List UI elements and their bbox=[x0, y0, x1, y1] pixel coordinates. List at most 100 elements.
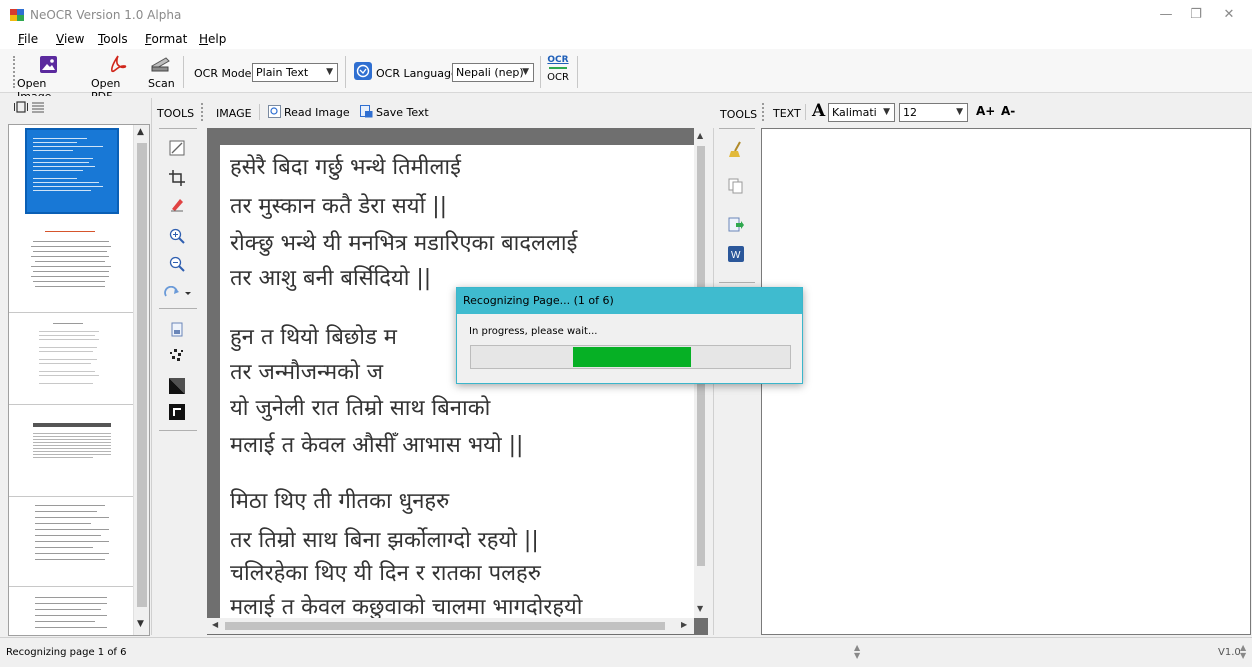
font-icon: A bbox=[812, 101, 826, 121]
title-bar: NeOCR Version 1.0 Alpha — ❐ ✕ bbox=[0, 0, 1252, 30]
thumbnail-page-1 bbox=[25, 128, 119, 214]
svg-text:W: W bbox=[731, 250, 741, 261]
save-text-label: Save Text bbox=[376, 106, 429, 119]
menu-view[interactable]: View bbox=[56, 32, 84, 46]
open-pdf-button[interactable]: Open PDF bbox=[90, 53, 145, 103]
image-tools-label: TOOLS bbox=[157, 107, 195, 120]
chevron-down-icon: ▼ bbox=[883, 107, 890, 117]
export-icon[interactable] bbox=[728, 217, 744, 233]
font-size-select[interactable]: 12 ▼ bbox=[899, 103, 968, 122]
ocr-mode-select[interactable]: Plain Text ▼ bbox=[252, 63, 338, 82]
thumbnail-item[interactable] bbox=[9, 125, 133, 221]
scroll-left-icon[interactable]: ◀ bbox=[212, 620, 218, 629]
resize-grip-icon: ▲ ▼ bbox=[1240, 643, 1247, 660]
poem-line: मलाई त केवल कछुवाको चालमा भागदोरहयो bbox=[230, 595, 583, 618]
scroll-thumb[interactable] bbox=[137, 143, 147, 607]
progress-fill bbox=[573, 347, 691, 367]
version-label: V1.0 bbox=[1218, 647, 1241, 658]
scroll-down-icon[interactable]: ▼ bbox=[137, 619, 144, 629]
globe-icon bbox=[354, 62, 372, 80]
status-bar: Recognizing page 1 of 6 ▲ ▼ V1.0 ▲ ▼ bbox=[0, 637, 1252, 667]
menu-tools[interactable]: Tools bbox=[98, 32, 128, 46]
poem-line: मिठा थिए ती गीतका धुनहरु bbox=[230, 489, 450, 514]
thumbnail-view-icon[interactable] bbox=[14, 101, 28, 113]
thumbnail-item[interactable] bbox=[9, 313, 133, 405]
divider bbox=[719, 128, 755, 129]
menu-help[interactable]: Help bbox=[199, 32, 226, 46]
read-image-icon bbox=[268, 105, 281, 118]
panel-divider bbox=[151, 98, 152, 635]
read-image-label: Read Image bbox=[284, 106, 350, 119]
scan-button[interactable]: Scan bbox=[146, 53, 176, 91]
chevron-down-icon: ▼ bbox=[326, 67, 333, 77]
status-spinner-icon: ▲ ▼ bbox=[854, 643, 861, 660]
crop-icon[interactable] bbox=[169, 170, 185, 186]
document-icon[interactable] bbox=[169, 322, 185, 338]
edit-crop-icon[interactable] bbox=[169, 140, 185, 156]
image-hscrollbar[interactable]: ◀ ▶ bbox=[207, 618, 694, 634]
divider bbox=[159, 430, 197, 431]
minimize-button[interactable]: — bbox=[1151, 6, 1181, 26]
toolbar-separator bbox=[183, 56, 184, 88]
scroll-thumb[interactable] bbox=[225, 622, 665, 630]
scroll-right-icon[interactable]: ▶ bbox=[681, 620, 687, 629]
poem-line: तर मुस्कान कतै डेरा सर्यो || bbox=[230, 194, 448, 219]
copy-icon[interactable] bbox=[728, 178, 744, 194]
toolbar-separator bbox=[577, 56, 578, 88]
thumbnail-item[interactable] bbox=[9, 221, 133, 313]
progress-dialog: Recognizing Page... (1 of 6) In progress… bbox=[456, 287, 803, 384]
rotate-icon[interactable] bbox=[163, 286, 193, 300]
ocr-mode-value: Plain Text bbox=[256, 66, 309, 79]
text-label: TEXT bbox=[773, 107, 801, 120]
increase-font-button[interactable]: A+ bbox=[976, 104, 995, 118]
dialog-title: Recognizing Page... (1 of 6) bbox=[457, 288, 802, 314]
close-button[interactable]: ✕ bbox=[1214, 6, 1244, 26]
scroll-up-icon[interactable]: ▲ bbox=[137, 127, 144, 137]
image-label: IMAGE bbox=[216, 107, 252, 120]
eraser-icon[interactable] bbox=[169, 196, 185, 212]
text-tools-label: TOOLS bbox=[720, 108, 758, 121]
invert-icon[interactable] bbox=[169, 404, 185, 420]
zoom-out-icon[interactable] bbox=[169, 256, 185, 272]
toolbar-grip bbox=[13, 56, 15, 88]
open-image-button[interactable]: Open Image bbox=[16, 53, 81, 103]
chevron-down-icon: ▼ bbox=[522, 67, 529, 77]
poem-line: हसेरै बिदा गर्छु भन्थे तिमीलाई bbox=[230, 155, 461, 180]
clear-broom-icon[interactable] bbox=[728, 141, 744, 159]
ocr-mode-label: OCR Mode bbox=[194, 67, 252, 80]
toolbar-grip bbox=[201, 103, 203, 121]
thumbnail-list: ▲ ▼ bbox=[8, 124, 150, 636]
font-select[interactable]: Kalimati ▼ bbox=[828, 103, 895, 122]
thumbnail-scrollbar[interactable]: ▲ ▼ bbox=[133, 125, 149, 635]
word-export-icon[interactable]: W bbox=[728, 246, 744, 262]
decrease-font-button[interactable]: A- bbox=[1001, 104, 1015, 118]
poem-line: चलिरहेका थिए यी दिन र रातका पलहरु bbox=[230, 561, 541, 586]
ocr-language-select[interactable]: Nepali (nep) ▼ bbox=[452, 63, 534, 82]
toolbar bbox=[0, 49, 1252, 93]
ocr-button-label: OCR bbox=[547, 72, 569, 83]
ocr-language-label: OCR Language bbox=[376, 67, 458, 80]
thumbnail-item[interactable] bbox=[9, 405, 133, 497]
ocr-button-icon-label: OCR bbox=[547, 55, 569, 65]
maximize-button[interactable]: ❐ bbox=[1181, 6, 1211, 26]
list-view-icon[interactable] bbox=[32, 101, 44, 113]
scroll-up-icon[interactable]: ▲ bbox=[697, 131, 703, 140]
toolbar-grip bbox=[762, 103, 764, 121]
grayscale-icon[interactable] bbox=[169, 378, 185, 394]
scroll-down-icon[interactable]: ▼ bbox=[697, 604, 703, 613]
poem-line: यो जुनेली रात तिम्रो साथ बिनाको bbox=[230, 396, 491, 421]
poem-line: हुन त थियो बिछोड म bbox=[230, 325, 397, 350]
zoom-in-icon[interactable] bbox=[169, 228, 185, 244]
image-tools-column bbox=[155, 128, 201, 636]
thumbnail-item[interactable] bbox=[9, 587, 133, 635]
status-text: Recognizing page 1 of 6 bbox=[6, 647, 127, 658]
thumbnail-item[interactable] bbox=[9, 497, 133, 587]
toolbar-separator bbox=[259, 104, 260, 120]
menu-format[interactable]: Format bbox=[145, 32, 187, 46]
despeckle-icon[interactable] bbox=[168, 347, 186, 363]
ocr-text-editor[interactable] bbox=[761, 128, 1251, 635]
app-icon bbox=[10, 9, 24, 21]
menu-file[interactable]: File bbox=[18, 32, 38, 46]
scanner-icon bbox=[151, 57, 170, 72]
ocr-button[interactable]: OCR OCR bbox=[546, 55, 570, 89]
